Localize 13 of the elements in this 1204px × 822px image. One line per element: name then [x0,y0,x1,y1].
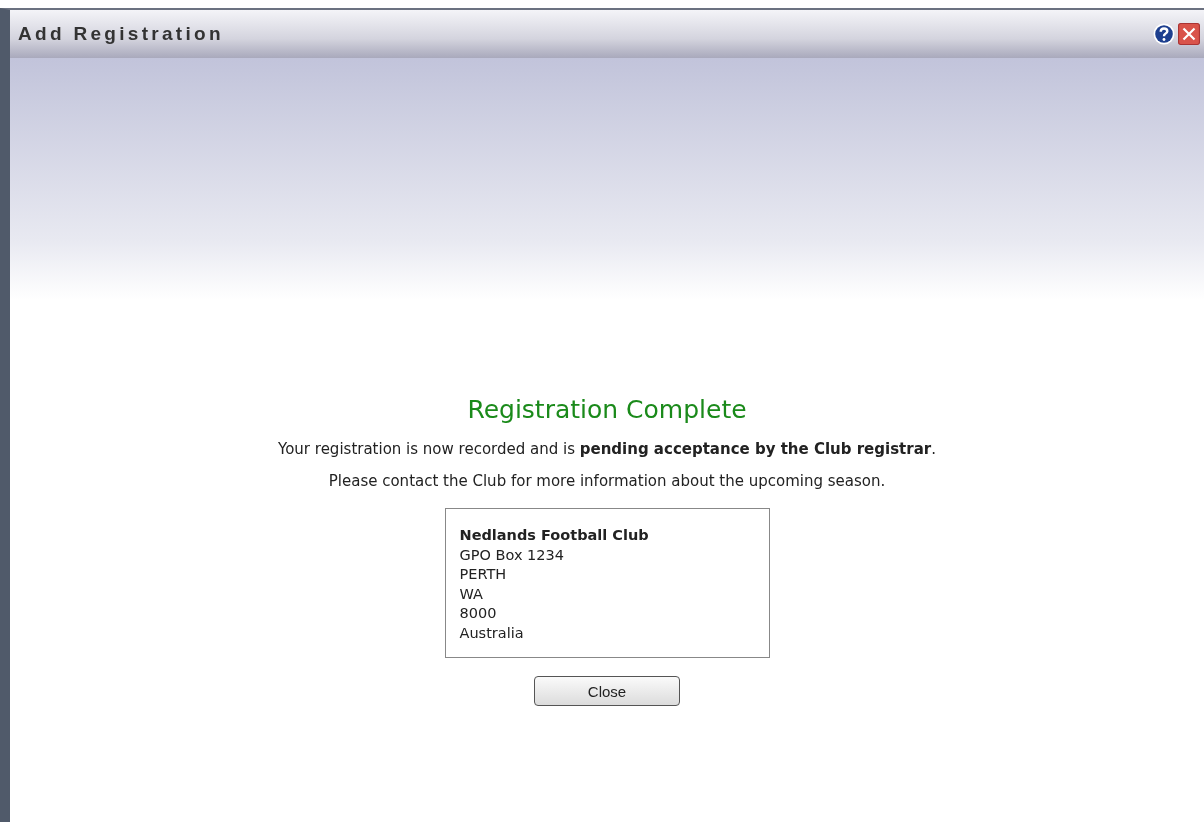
address-line: GPO Box 1234 [459,545,565,565]
close-button[interactable]: Close [534,676,680,706]
note-text: Please contact the Club for more information about the upcoming season. [328,472,886,490]
address-line: Australia [459,623,525,643]
message-text: Your registration is now recorded and is pending acceptance by the Club registrar. [278,440,936,458]
address-line: PERTH [459,565,508,584]
address-line: 8000 [459,604,498,623]
close-icon[interactable] [1178,23,1200,45]
window-title: Add Registration [18,23,224,45]
help-icon[interactable] [1153,23,1175,45]
heading: Registration Complete [467,395,747,424]
club-name: Nedlands Football Club [459,526,650,545]
address-line: WA [459,584,484,604]
